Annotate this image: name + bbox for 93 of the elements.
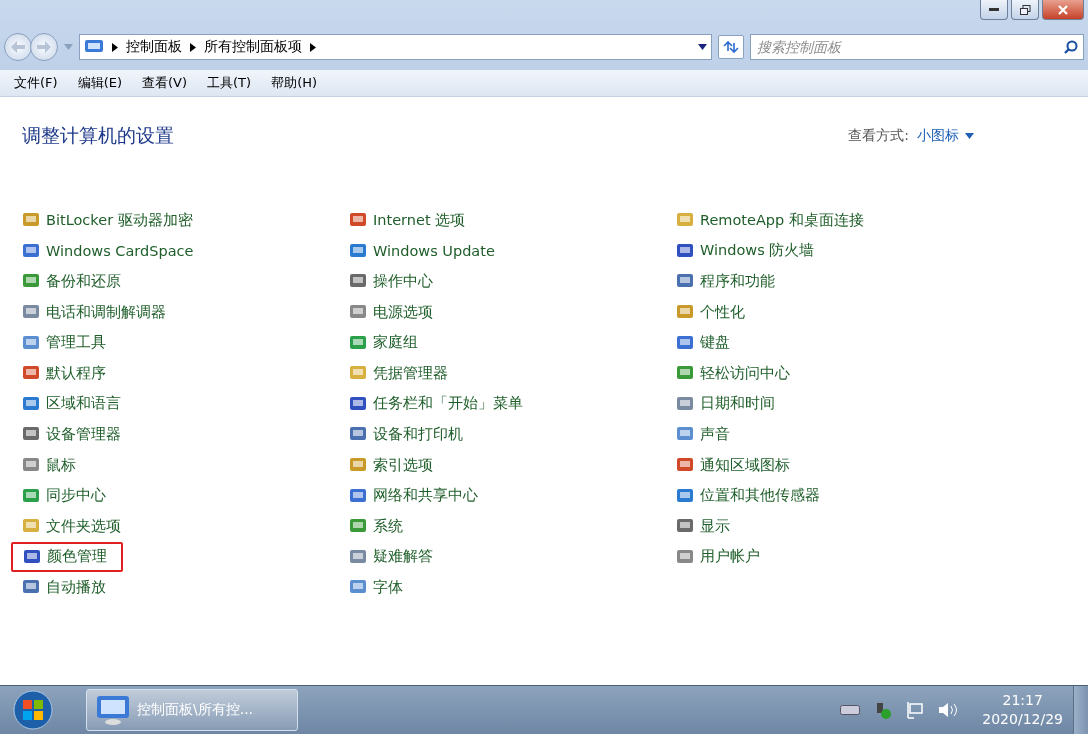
clock-date: 2020/12/29 xyxy=(982,710,1063,729)
control-panel-link[interactable]: RemoteApp 和桌面连接 xyxy=(676,205,870,236)
menu-item[interactable]: 工具(T) xyxy=(199,72,260,94)
control-panel-link[interactable]: Windows 防火墙 xyxy=(676,235,821,267)
recent-pages-caret-icon xyxy=(64,44,73,50)
menu-item[interactable]: 文件(F) xyxy=(6,72,66,94)
network-icon[interactable] xyxy=(906,701,925,719)
back-arrow-icon xyxy=(11,41,25,53)
menu-item[interactable]: 编辑(E) xyxy=(69,72,130,94)
control-panel-link[interactable]: 位置和其他传感器 xyxy=(676,480,826,511)
control-panel-link[interactable]: 自动播放 xyxy=(22,572,112,603)
control-panel-link[interactable]: 凭据管理器 xyxy=(349,357,454,389)
search-icon xyxy=(1064,40,1078,54)
control-panel-link[interactable]: 轻松访问中心 xyxy=(676,357,796,389)
control-panel-link[interactable]: 索引选项 xyxy=(349,449,439,481)
control-panel-icon xyxy=(676,486,694,505)
control-panel-icon xyxy=(95,694,131,726)
back-button[interactable] xyxy=(4,33,32,61)
control-panel-icon xyxy=(22,333,40,352)
restore-icon xyxy=(1019,4,1031,15)
control-panel-link[interactable]: 区域和语言 xyxy=(22,388,127,420)
minimize-icon xyxy=(989,8,999,11)
minimize-button[interactable] xyxy=(980,0,1008,20)
control-panel-link[interactable]: 网络和共享中心 xyxy=(349,480,484,511)
control-panel-icon xyxy=(84,39,104,55)
control-panel-icon xyxy=(23,547,41,566)
control-panel-link[interactable]: 默认程序 xyxy=(22,357,112,389)
control-panel-icon xyxy=(676,394,694,413)
caret-icon xyxy=(965,133,974,139)
control-panel-link[interactable]: 电源选项 xyxy=(349,296,439,328)
search-field[interactable]: 搜索控制面板 xyxy=(750,34,1084,60)
control-panel-link[interactable]: 系统 xyxy=(349,510,409,542)
menu-item[interactable]: 帮助(H) xyxy=(263,72,326,94)
control-panel-link[interactable]: 备份和还原 xyxy=(22,266,127,297)
clock-time: 21:17 xyxy=(1002,691,1043,710)
control-panel-link[interactable]: Windows CardSpace xyxy=(22,235,200,267)
control-panel-link[interactable]: 通知区域图标 xyxy=(676,449,796,481)
control-panel-link[interactable]: 电话和调制解调器 xyxy=(22,296,172,328)
address-bar[interactable]: 控制面板 所有控制面板项 xyxy=(79,34,712,60)
dropdown-caret-icon xyxy=(698,44,707,50)
restore-button[interactable] xyxy=(1011,0,1039,20)
close-button[interactable] xyxy=(1042,0,1084,20)
control-panel-icon xyxy=(22,241,40,260)
control-panel-link[interactable]: 声音 xyxy=(676,419,736,450)
control-panel-icon xyxy=(349,333,367,352)
control-panel-link[interactable]: 设备和打印机 xyxy=(349,419,469,450)
control-panel-icon xyxy=(676,241,694,260)
control-panel-link[interactable]: 设备管理器 xyxy=(22,419,127,450)
control-panel-link[interactable]: 键盘 xyxy=(676,327,736,358)
control-panel-icon xyxy=(349,547,367,566)
menu-item[interactable]: 查看(V) xyxy=(134,72,196,94)
breadcrumb[interactable]: 所有控制面板项 xyxy=(204,38,302,56)
control-panel-link[interactable]: 用户帐户 xyxy=(676,541,766,573)
control-panel-link[interactable]: 管理工具 xyxy=(22,327,112,358)
forward-arrow-icon xyxy=(37,41,51,53)
control-panel-link[interactable]: 任务栏和「开始」菜单 xyxy=(349,388,529,420)
breadcrumb-arrow-icon xyxy=(310,42,316,52)
control-panel-link[interactable]: Windows Update xyxy=(349,235,501,267)
breadcrumb-arrow-icon xyxy=(112,42,118,52)
refresh-button[interactable] xyxy=(718,35,744,59)
speaker-icon[interactable] xyxy=(938,702,959,718)
control-panel-icon xyxy=(349,241,367,260)
windows-logo-icon xyxy=(13,690,53,730)
control-panel-link[interactable]: 程序和功能 xyxy=(676,266,781,297)
view-by-label: 查看方式: xyxy=(848,127,909,145)
control-panel-icon xyxy=(349,486,367,505)
forward-button[interactable] xyxy=(30,33,58,61)
control-panel-icon xyxy=(22,394,40,413)
control-panel-link[interactable]: 颜色管理 xyxy=(11,541,123,573)
refresh-icon xyxy=(723,41,739,53)
control-panel-link[interactable]: BitLocker 驱动器加密 xyxy=(22,205,199,236)
show-desktop-button[interactable] xyxy=(1073,686,1088,734)
control-panel-icon xyxy=(676,333,694,352)
breadcrumb[interactable]: 控制面板 xyxy=(126,38,182,56)
close-icon xyxy=(1058,4,1068,15)
control-panel-link[interactable]: 文件夹选项 xyxy=(22,510,127,542)
control-panel-link[interactable]: Internet 选项 xyxy=(349,205,472,236)
view-mode-dropdown[interactable]: 小图标 xyxy=(917,127,974,145)
control-panel-link[interactable]: 日期和时间 xyxy=(676,388,781,420)
control-panel-link[interactable]: 同步中心 xyxy=(22,480,112,511)
control-panel-icon xyxy=(676,547,694,566)
control-panel-icon xyxy=(22,486,40,505)
control-panel-link[interactable]: 疑难解答 xyxy=(349,541,439,573)
control-panel-link[interactable]: 鼠标 xyxy=(22,449,82,481)
control-panel-icon xyxy=(349,394,367,413)
control-panel-link[interactable]: 个性化 xyxy=(676,296,751,328)
control-panel-link[interactable]: 字体 xyxy=(349,572,409,603)
page-title: 调整计算机的设置 xyxy=(22,123,174,148)
control-panel-link[interactable]: 显示 xyxy=(676,510,736,542)
control-panel-link[interactable]: 家庭组 xyxy=(349,327,424,358)
control-panel-link[interactable]: 操作中心 xyxy=(349,266,439,297)
breadcrumb-arrow-icon xyxy=(190,42,196,52)
keyboard-icon[interactable] xyxy=(840,705,861,715)
